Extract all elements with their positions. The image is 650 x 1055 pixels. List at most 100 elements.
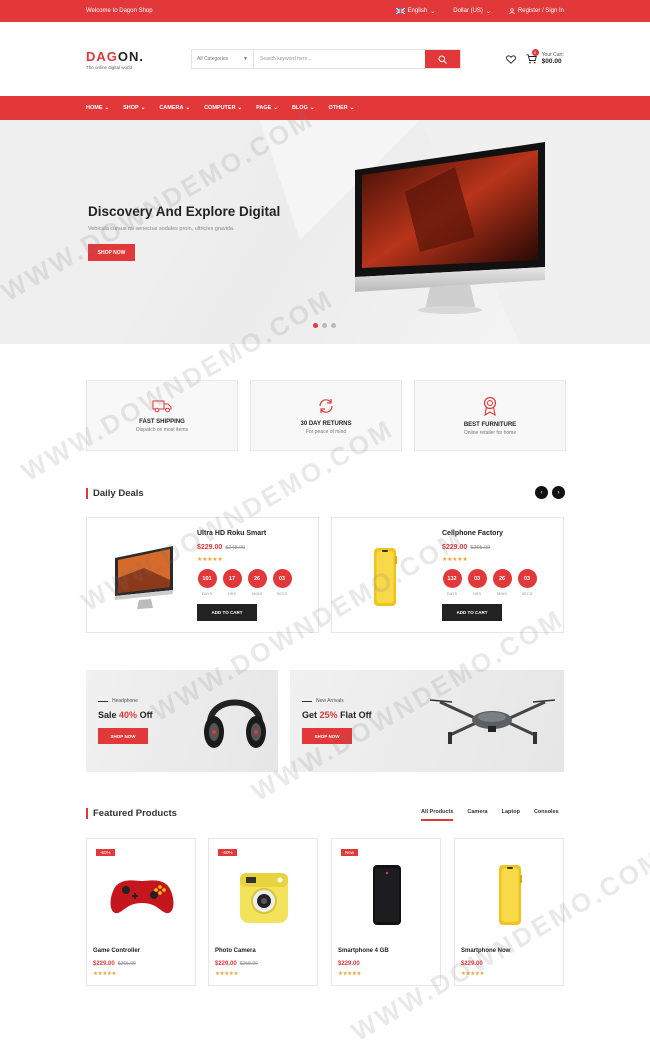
product-name: Smartphone 4 GB [338, 948, 389, 954]
cart-widget[interactable]: 0 Your Cart: $00.00 [526, 48, 564, 65]
chevron-down-icon: ⌄ [104, 105, 110, 111]
currency-label: Dollar (US) [453, 8, 483, 14]
nav-item-camera[interactable]: CAMERA ⌄ [159, 105, 190, 111]
deal-card: Ultra HD Roku Smart $229.00 $248.00 ★★★★★… [86, 517, 319, 633]
next-arrow-icon[interactable]: › [552, 486, 565, 499]
countdown-label: MINS [252, 591, 262, 596]
instant-camera-image [240, 873, 288, 923]
countdown-value: 17 [222, 569, 242, 588]
game-controller-image [110, 880, 174, 914]
add-to-cart-button[interactable]: ADD TO CART [442, 604, 502, 621]
price-old: $265.00 [117, 961, 136, 967]
feature-box: BEST FURNITURE Online retailer for home [414, 380, 566, 451]
product-card[interactable]: -60% Game Controller $229.00 $265.00 ★★★★… [86, 838, 196, 986]
truck-icon [152, 400, 172, 412]
deals-arrows: ‹ › [535, 486, 565, 499]
countdown-days: 132 DAYS [442, 569, 462, 596]
feature-title: BEST FURNITURE [463, 421, 517, 428]
imac-image [355, 142, 545, 314]
discount-badge: -60% [96, 849, 115, 856]
product-price: $229.00 $258.00 [215, 961, 258, 967]
section-title: Daily Deals [93, 488, 144, 499]
slide-dot[interactable] [313, 323, 318, 328]
search-button[interactable] [425, 50, 460, 68]
feature-title: 30 DAY RETURNS [300, 420, 352, 427]
language-selector[interactable]: English ⌄ [395, 8, 436, 15]
deal-name[interactable]: Cellphone Factory [442, 530, 503, 537]
account-link[interactable]: Register / Sign In [509, 8, 564, 14]
nav-item-shop[interactable]: SHOP ⌄ [123, 105, 145, 111]
category-label: All Categories [197, 56, 229, 62]
slide-dot[interactable] [322, 323, 327, 328]
nav-item-page[interactable]: PAGE ⌄ [256, 105, 278, 111]
prev-arrow-icon[interactable]: ‹ [535, 486, 548, 499]
feature-title: FAST SHIPPING [139, 418, 185, 425]
deal-name[interactable]: Ultra HD Roku Smart [197, 530, 266, 537]
countdown-value: 132 [442, 569, 462, 588]
yellow-smartphone-image [499, 865, 522, 925]
nav-item-other[interactable]: OTHER ⌄ [328, 105, 354, 111]
price-old: $258.00 [239, 961, 258, 967]
countdown-value: 03 [467, 569, 487, 588]
caret-down-icon: ▼ [243, 56, 248, 62]
promo-shop-now-button[interactable]: SHOP NOW [98, 728, 148, 744]
search-bar: All Categories ▼ Search keyword here... [191, 49, 461, 69]
countdown-hours: 17 HRS [222, 569, 242, 596]
language-label: English [407, 8, 428, 14]
search-input[interactable]: Search keyword here... [254, 50, 425, 68]
rating-stars: ★★★★★ [338, 971, 362, 977]
nav-item-home[interactable]: HOME ⌄ [86, 105, 109, 111]
countdown: 101 DAYS 17 HRS 26 MINS 03 SECS [197, 569, 292, 596]
tab-laptop[interactable]: Laptop [502, 809, 520, 821]
logo-prefix: DAG [86, 48, 118, 64]
countdown-value: 03 [517, 569, 537, 588]
product-name: Smartphone Now [461, 948, 511, 954]
hero-shop-now-button[interactable]: SHOP NOW [88, 244, 135, 261]
product-card[interactable]: Smartphone Now $229.00 ★★★★★ [454, 838, 564, 986]
countdown-label: SECS [276, 591, 288, 596]
smartphone-image [373, 865, 401, 925]
discount-badge: -60% [218, 849, 237, 856]
slide-dot[interactable] [331, 323, 336, 328]
hero-title: Discovery And Explore Digital [88, 204, 281, 219]
promo-banner-drone[interactable]: New Arrivals Get 25% Flat Off SHOP NOW [290, 670, 564, 772]
rating-stars: ★★★★★ [442, 557, 468, 563]
logo[interactable]: DAGON. The online digital world [86, 49, 181, 70]
chevron-down-icon: ⌄ [430, 8, 436, 15]
heart-icon[interactable] [505, 54, 516, 64]
nav-item-computer[interactable]: COMPUTER ⌄ [204, 105, 242, 111]
nav-item-blog[interactable]: BLOG ⌄ [292, 105, 315, 111]
drone-image [430, 699, 555, 744]
tab-consoles[interactable]: Consoles [534, 809, 559, 821]
countdown-secs: 03 SECS [517, 569, 537, 596]
page: Welcome to Dagon Shop English ⌄ Dollar (… [0, 0, 650, 1055]
promo-shop-now-button[interactable]: SHOP NOW [302, 728, 352, 744]
deal-card: Cellphone Factory $229.00 $265.00 ★★★★★ 1… [331, 517, 564, 633]
promo-text: Sale 40% Off [98, 710, 153, 720]
add-to-cart-button[interactable]: ADD TO CART [197, 604, 257, 621]
feature-box: FAST SHIPPING Dispatch on most items [86, 380, 238, 451]
promo-dash [98, 700, 108, 702]
promo-text-a: Get [302, 710, 318, 720]
promo-eyebrow: Headphone [98, 698, 138, 704]
promo-banner-headphone[interactable]: Headphone Sale 40% Off SHOP NOW [86, 670, 278, 772]
top-bar: Welcome to Dagon Shop English ⌄ Dollar (… [0, 0, 650, 22]
promo-text-b: Flat Off [340, 710, 372, 720]
chevron-down-icon: ⌄ [273, 105, 278, 111]
logo-o-icon: O [117, 48, 130, 64]
tab-all-products[interactable]: All Products [421, 809, 454, 821]
nav-label: SHOP [123, 105, 139, 111]
product-card[interactable]: New Smartphone 4 GB $229.00 ★★★★★ [331, 838, 441, 986]
product-card[interactable]: -60% Photo Camera $229.00 $258.00 ★★★★★ [208, 838, 318, 986]
currency-selector[interactable]: Dollar (US) ⌄ [453, 8, 491, 15]
category-select[interactable]: All Categories ▼ [192, 50, 254, 68]
price-current: $229.00 [338, 961, 360, 967]
countdown-value: 26 [247, 569, 267, 588]
cart-count-badge: 0 [531, 48, 539, 56]
chevron-down-icon: ⌄ [485, 8, 491, 15]
heading-accent-bar [86, 488, 88, 499]
nav-label: HOME [86, 105, 103, 111]
product-price: $229.00 [338, 961, 360, 967]
main-nav: HOME ⌄ SHOP ⌄ CAMERA ⌄ COMPUTER ⌄ PAGE ⌄ BLOG… [0, 96, 650, 120]
tab-camera[interactable]: Camera [467, 809, 487, 821]
